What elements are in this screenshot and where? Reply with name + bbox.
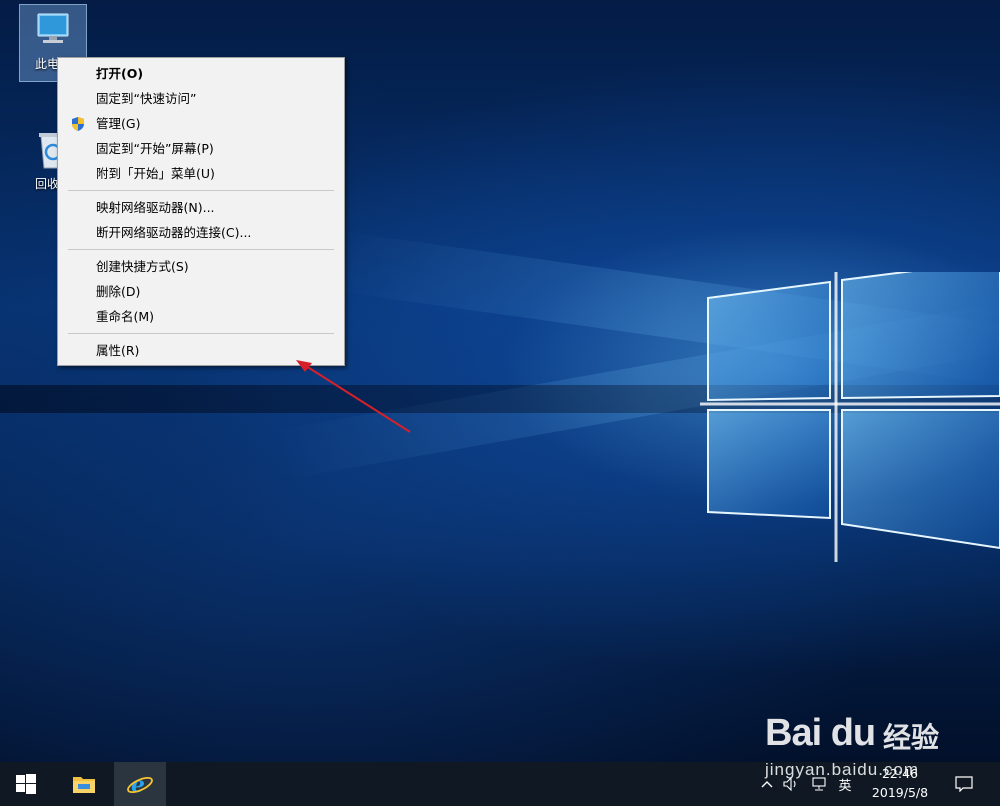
watermark-cn: 经验 (883, 721, 940, 754)
file-explorer-button[interactable] (58, 762, 110, 806)
uac-shield-icon (72, 117, 84, 131)
start-button[interactable] (0, 762, 52, 806)
watermark-brand: Bai du (765, 712, 876, 754)
internet-explorer-icon: e (127, 772, 153, 797)
baidu-jingyan-watermark: Bai du 经验 (765, 700, 985, 762)
menu-item-properties[interactable]: 属性(R) (58, 338, 344, 363)
menu-item-delete[interactable]: 删除(D) (58, 279, 344, 304)
menu-item-open[interactable]: 打开(O) (58, 61, 344, 86)
start-icon (16, 774, 36, 794)
notification-icon (955, 776, 973, 792)
taskbar: e 英 22:46 2019/5/8 jingyan.baidu.com (0, 760, 1000, 806)
this-pc-icon (20, 5, 86, 55)
menu-item-label: 固定到“快速访问” (96, 91, 197, 106)
action-center-button[interactable] (950, 762, 978, 806)
windows-logo-wallpaper (700, 272, 1000, 562)
desktop[interactable]: 此电脑 回收站 打开(O) 固定到“快速访问” 管理(G) 固定到“开始”屏幕(… (0, 0, 1000, 762)
menu-item-label: 断开网络驱动器的连接(C)... (96, 225, 252, 240)
menu-item-label: 属性(R) (96, 343, 140, 358)
internet-explorer-button[interactable]: e (114, 762, 166, 806)
menu-item-manage[interactable]: 管理(G) (58, 111, 344, 136)
clock-date: 2019/5/8 (871, 785, 929, 800)
menu-item-label: 固定到“开始”屏幕(P) (96, 141, 214, 156)
menu-item-rename[interactable]: 重命名(M) (58, 304, 344, 329)
menu-item-map-network-drive[interactable]: 映射网络驱动器(N)... (58, 195, 344, 220)
menu-item-label: 重命名(M) (96, 309, 155, 324)
menu-item-pin-start-screen[interactable]: 固定到“开始”屏幕(P) (58, 136, 344, 161)
menu-item-label: 创建快捷方式(S) (96, 259, 189, 274)
context-menu: 打开(O) 固定到“快速访问” 管理(G) 固定到“开始”屏幕(P) 附到「开始… (57, 57, 345, 366)
file-explorer-icon (73, 777, 95, 793)
menu-item-label: 打开(O) (96, 66, 144, 81)
menu-item-disconnect-network-drive[interactable]: 断开网络驱动器的连接(C)... (58, 220, 344, 245)
menu-item-label: 附到「开始」菜单(U) (96, 166, 215, 181)
chevron-up-icon (761, 781, 773, 788)
menu-separator (68, 190, 334, 191)
menu-separator (68, 333, 334, 334)
menu-item-create-shortcut[interactable]: 创建快捷方式(S) (58, 254, 344, 279)
menu-item-pin-quick-access[interactable]: 固定到“快速访问” (58, 86, 344, 111)
menu-item-label: 映射网络驱动器(N)... (96, 200, 215, 215)
menu-separator (68, 249, 334, 250)
menu-item-label: 删除(D) (96, 284, 141, 299)
svg-text:e: e (131, 772, 145, 797)
watermark-url: jingyan.baidu.com (765, 760, 920, 779)
menu-item-label: 管理(G) (96, 116, 141, 131)
menu-item-pin-start-menu[interactable]: 附到「开始」菜单(U) (58, 161, 344, 186)
